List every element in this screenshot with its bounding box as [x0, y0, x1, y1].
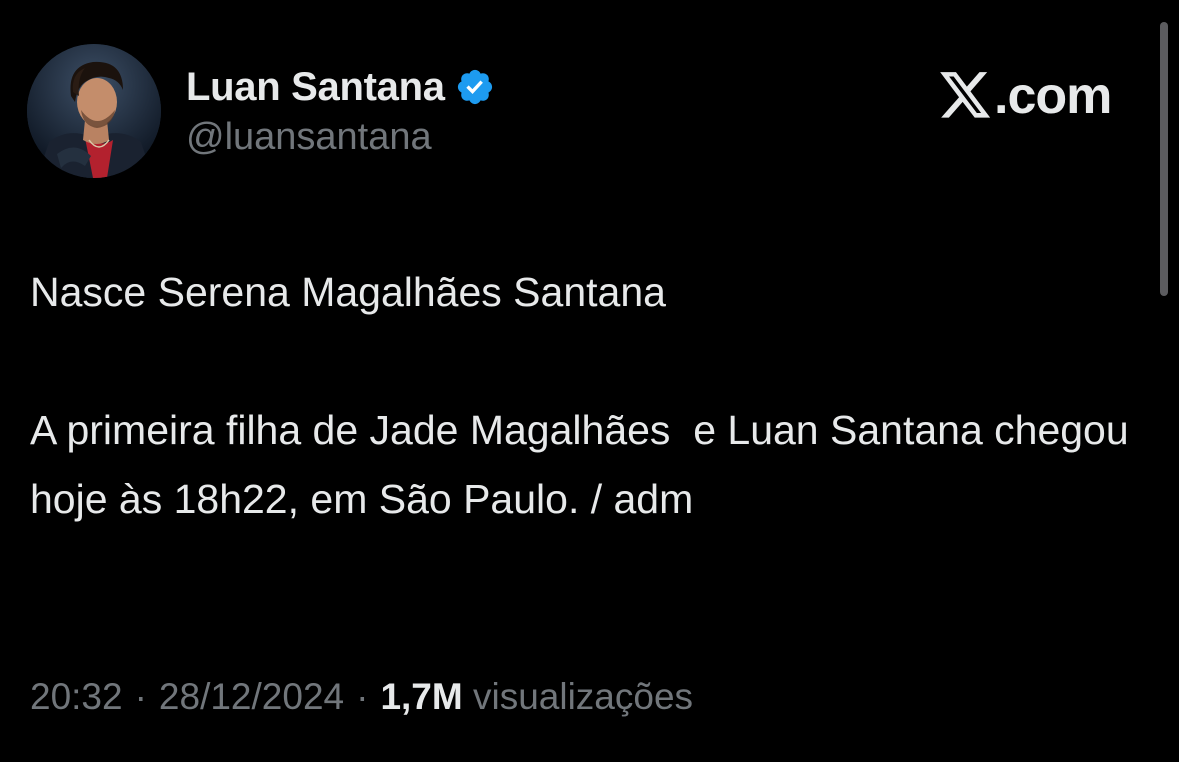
meta-separator: · [134, 676, 147, 717]
tweet-meta: 20:32 · 28/12/2024 · 1,7M visualizações [30, 676, 693, 718]
brand-watermark: .com [940, 66, 1112, 126]
brand-domain-text: .com [994, 67, 1112, 125]
views-label: visualizações [472, 676, 694, 717]
tweet-paragraph: A primeira filha de Jade Magalhães e Lua… [30, 407, 1141, 522]
x-logo-icon [940, 72, 992, 120]
author-name-row: Luan Santana [186, 62, 495, 112]
tweet-date[interactable]: 28/12/2024 [159, 676, 344, 717]
author-avatar[interactable] [27, 44, 161, 178]
tweet-time[interactable]: 20:32 [30, 676, 123, 717]
verified-badge-icon [455, 67, 495, 107]
author-display-name[interactable]: Luan Santana [186, 65, 445, 110]
author-handle[interactable]: @luansantana [186, 116, 432, 159]
tweet-body: Nasce Serena Magalhães Santana A primeir… [30, 258, 1140, 534]
meta-separator: · [356, 676, 369, 717]
scrollbar-thumb[interactable] [1160, 22, 1168, 296]
avatar-photo-icon [27, 44, 161, 178]
views-count[interactable]: 1,7M [380, 676, 462, 717]
tweet-paragraph: Nasce Serena Magalhães Santana [30, 269, 666, 315]
